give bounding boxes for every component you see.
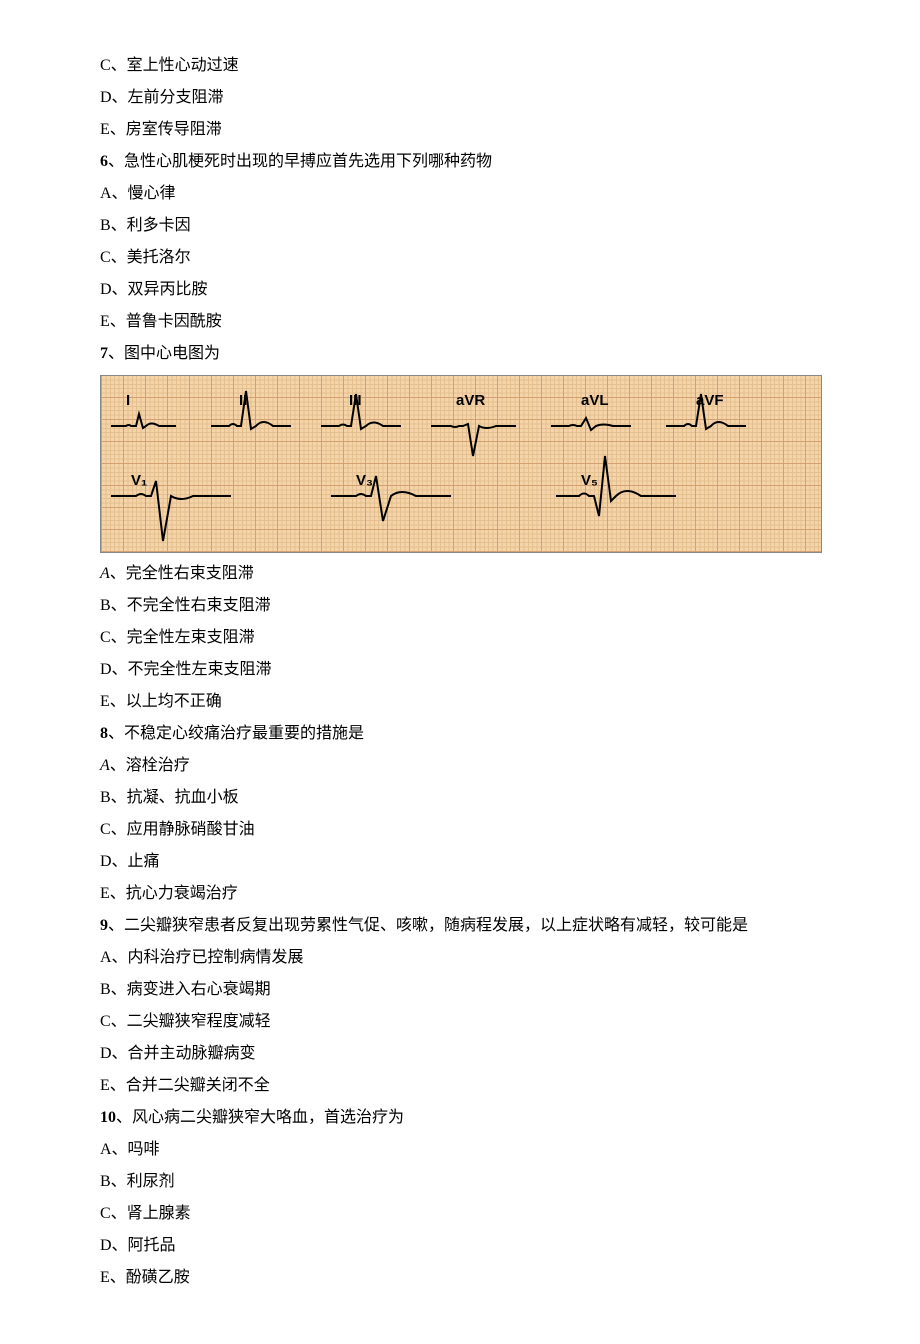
q8-a-letter: A (100, 757, 110, 774)
q8-option-e: E、抗心力衰竭治疗 (100, 878, 820, 910)
q9-text: 、二尖瓣狭窄患者反复出现劳累性气促、咳嗽，随病程发展，以上症状略有减轻，较可能是 (108, 917, 748, 934)
q8-text: 、不稳定心绞痛治疗最重要的措施是 (108, 725, 364, 742)
ecg-image: I II III aVR aVL aVF V₁ V₃ V₅ (100, 375, 822, 553)
q6-option-a: A、慢心律 (100, 178, 820, 210)
q10-text: 、风心病二尖瓣狭窄大咯血，首选治疗为 (116, 1109, 404, 1126)
q6-option-b: B、利多卡因 (100, 210, 820, 242)
q6-option-e: E、普鲁卡因酰胺 (100, 306, 820, 338)
q9-option-a: A、内科治疗已控制病情发展 (100, 942, 820, 974)
q10-stem: 10、风心病二尖瓣狭窄大咯血，首选治疗为 (100, 1102, 820, 1134)
q9-number: 9 (100, 917, 108, 934)
q9-option-e: E、合并二尖瓣关闭不全 (100, 1070, 820, 1102)
q7-a-letter: A (100, 565, 110, 582)
q9-option-c: C、二尖瓣狭窄程度减轻 (100, 1006, 820, 1038)
q5-option-d: D、左前分支阻滞 (100, 82, 820, 114)
q9-stem: 9、二尖瓣狭窄患者反复出现劳累性气促、咳嗽，随病程发展，以上症状略有减轻，较可能… (100, 910, 820, 942)
q6-option-d: D、双异丙比胺 (100, 274, 820, 306)
q6-text: 、急性心肌梗死时出现的早搏应首先选用下列哪种药物 (108, 153, 492, 170)
q8-a-text: 、溶栓治疗 (110, 757, 190, 774)
q10-option-d: D、阿托品 (100, 1230, 820, 1262)
q6-stem: 6、急性心肌梗死时出现的早搏应首先选用下列哪种药物 (100, 146, 820, 178)
q7-text: 、图中心电图为 (108, 345, 220, 362)
q7-option-a: A、完全性右束支阻滞 (100, 558, 820, 590)
q8-option-c: C、应用静脉硝酸甘油 (100, 814, 820, 846)
q7-option-d: D、不完全性左束支阻滞 (100, 654, 820, 686)
q8-number: 8 (100, 725, 108, 742)
q7-number: 7 (100, 345, 108, 362)
q7-option-e: E、以上均不正确 (100, 686, 820, 718)
q5-option-c: C、室上性心动过速 (100, 50, 820, 82)
q5-option-e: E、房室传导阻滞 (100, 114, 820, 146)
q7-option-c: C、完全性左束支阻滞 (100, 622, 820, 654)
q6-number: 6 (100, 153, 108, 170)
q7-option-b: B、不完全性右束支阻滞 (100, 590, 820, 622)
q8-option-d: D、止痛 (100, 846, 820, 878)
q10-number: 10 (100, 1109, 116, 1126)
q10-option-e: E、酚磺乙胺 (100, 1262, 820, 1294)
q6-option-c: C、美托洛尔 (100, 242, 820, 274)
q8-option-b: B、抗凝、抗血小板 (100, 782, 820, 814)
q8-option-a: A、溶栓治疗 (100, 750, 820, 782)
q10-option-c: C、肾上腺素 (100, 1198, 820, 1230)
q10-option-a: A、吗啡 (100, 1134, 820, 1166)
q7-stem: 7、图中心电图为 (100, 338, 820, 370)
q8-stem: 8、不稳定心绞痛治疗最重要的措施是 (100, 718, 820, 750)
ecg-traces (101, 376, 821, 552)
q7-a-text: 、完全性右束支阻滞 (110, 565, 254, 582)
q9-option-d: D、合并主动脉瓣病变 (100, 1038, 820, 1070)
q10-option-b: B、利尿剂 (100, 1166, 820, 1198)
q9-option-b: B、病变进入右心衰竭期 (100, 974, 820, 1006)
